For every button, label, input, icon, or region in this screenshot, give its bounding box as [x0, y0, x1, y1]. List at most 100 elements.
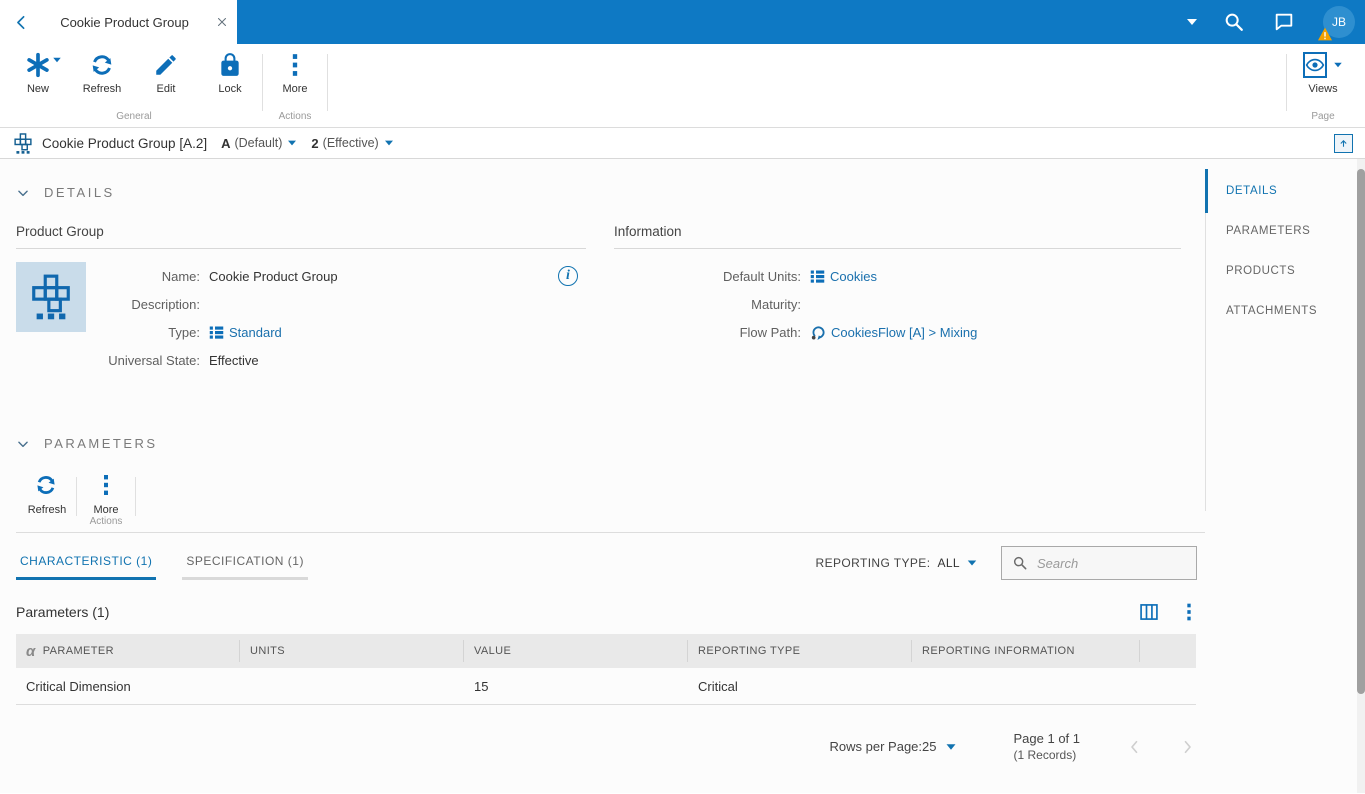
- refresh-icon: [89, 52, 115, 78]
- revision-number[interactable]: 2: [311, 136, 318, 151]
- parameters-table: α PARAMETER UNITS VALUE REPORTING TYPE RE…: [16, 634, 1196, 705]
- column-header-reporting-type[interactable]: REPORTING TYPE: [688, 640, 912, 662]
- chevron-down-icon[interactable]: [1187, 19, 1197, 25]
- version-dropdown-icon[interactable]: [288, 140, 297, 146]
- group-label-general: General: [116, 111, 152, 122]
- views-button-label: Views: [1308, 83, 1338, 95]
- field-label: Maturity:: [751, 296, 801, 312]
- revision-dropdown-icon[interactable]: [384, 140, 393, 146]
- vertical-scrollbar[interactable]: [1357, 159, 1365, 793]
- ribbon-toolbar: New Refresh Edit Lock General More Actio…: [0, 44, 1365, 128]
- rows-per-page-dropdown[interactable]: Rows per Page: 25: [830, 739, 956, 754]
- lock-button[interactable]: Lock: [198, 52, 262, 111]
- ribbon-group-general: New Refresh Edit Lock General: [6, 44, 262, 127]
- tab-cookie-product-group[interactable]: Cookie Product Group: [42, 0, 237, 44]
- chevron-left-icon[interactable]: [1126, 738, 1144, 756]
- tab-strip: Cookie Product Group: [0, 0, 237, 44]
- records-label: (1 Records): [1013, 748, 1077, 762]
- asterisk-new-icon: [25, 52, 61, 78]
- product-group-icon: [14, 133, 32, 154]
- product-group-tile-icon: [16, 262, 86, 332]
- cell-parameter-link[interactable]: Critical Dimension: [16, 679, 240, 694]
- sidenav-item-attachments[interactable]: ATTACHMENTS: [1206, 291, 1357, 331]
- toolbar-separator: [135, 477, 136, 516]
- more-dots-icon: [93, 473, 119, 499]
- field-label: Description:: [131, 296, 200, 312]
- field-label: Default Units:: [722, 268, 801, 284]
- revision-state: (Effective): [322, 136, 379, 150]
- refresh-button[interactable]: Refresh: [70, 52, 134, 111]
- list-icon: [209, 325, 224, 340]
- field-value-name: Cookie Product Group: [209, 268, 338, 284]
- back-button[interactable]: [0, 0, 42, 44]
- refresh-button-label: Refresh: [82, 83, 122, 95]
- sidenav-item-details[interactable]: DETAILS: [1205, 169, 1357, 213]
- top-bar-right: JB: [237, 0, 1365, 44]
- column-header-reporting-information[interactable]: REPORTING INFORMATION: [912, 640, 1140, 662]
- search-box: [1001, 546, 1197, 580]
- parameters-section-header[interactable]: PARAMETERS: [16, 436, 1205, 451]
- new-button-label: New: [26, 83, 49, 95]
- reporting-type-dropdown[interactable]: REPORTING TYPE: ALL: [816, 556, 977, 570]
- refresh-icon: [34, 473, 60, 499]
- chevron-right-icon[interactable]: [1178, 738, 1196, 756]
- search-icon: [1012, 555, 1028, 571]
- pencil-edit-icon: [153, 52, 179, 78]
- parameters-tabs-row: CHARACTERISTIC (1) SPECIFICATION (1) REP…: [16, 546, 1205, 580]
- parameters-toolbar: Refresh More Actions: [16, 467, 1205, 533]
- sidenav-item-parameters[interactable]: PARAMETERS: [1206, 211, 1357, 251]
- views-button[interactable]: Views: [1287, 52, 1359, 111]
- column-header-parameter[interactable]: α PARAMETER: [16, 640, 240, 662]
- eye-views-icon: [1303, 52, 1343, 78]
- field-label: Flow Path:: [739, 324, 801, 340]
- columns-icon[interactable]: [1139, 602, 1159, 622]
- new-button[interactable]: New: [6, 52, 70, 111]
- box-arrow-up-icon[interactable]: [1334, 133, 1353, 153]
- version-letter[interactable]: A: [221, 136, 230, 151]
- details-section-header[interactable]: DETAILS: [16, 185, 1205, 200]
- more-button[interactable]: More: [263, 52, 327, 111]
- list-icon: [810, 269, 825, 284]
- column-header-actions: [1140, 640, 1196, 662]
- default-units-link[interactable]: Cookies: [801, 269, 877, 284]
- chevron-down-icon: [16, 186, 30, 200]
- sidenav-item-products[interactable]: PRODUCTS: [1206, 251, 1357, 291]
- tab-characteristic[interactable]: CHARACTERISTIC (1): [16, 547, 157, 580]
- close-icon[interactable]: [207, 15, 237, 29]
- tab-specification[interactable]: SPECIFICATION (1): [182, 547, 308, 580]
- type-link[interactable]: Standard: [200, 325, 282, 340]
- column-header-units[interactable]: UNITS: [240, 640, 464, 662]
- chevron-down-icon[interactable]: [1334, 62, 1342, 68]
- chevron-down-icon: [946, 743, 955, 750]
- search-input[interactable]: [1037, 555, 1177, 571]
- column-header-value[interactable]: VALUE: [464, 640, 688, 662]
- more-button-label: More: [93, 504, 119, 516]
- parameters-refresh-button[interactable]: Refresh: [18, 473, 76, 516]
- page-info: Page 1 of 1 (1 Records): [1014, 731, 1081, 762]
- app-window: Cookie Product Group JB New Refresh Edit…: [0, 0, 1365, 794]
- table-row[interactable]: Critical Dimension 15 Critical: [16, 668, 1196, 705]
- lock-icon: [217, 52, 243, 78]
- section-nav: DETAILS PARAMETERS PRODUCTS ATTACHMENTS: [1205, 169, 1357, 511]
- comment-icon[interactable]: [1273, 11, 1295, 33]
- edit-button[interactable]: Edit: [134, 52, 198, 111]
- more-dots-icon[interactable]: [1185, 602, 1193, 622]
- page-label: Page 1 of 1: [1013, 731, 1081, 746]
- details-panels: Product Group Name: Cookie Product Group…: [16, 224, 1205, 374]
- info-icon[interactable]: i: [558, 266, 578, 286]
- product-group-panel: Product Group Name: Cookie Product Group…: [16, 224, 586, 374]
- avatar[interactable]: JB: [1323, 6, 1355, 38]
- information-panel: Information Default Units: Cookies Matur…: [614, 224, 1181, 374]
- rows-per-page-value: 25: [922, 739, 937, 754]
- more-dots-icon: [282, 52, 308, 78]
- scrollbar-thumb[interactable]: [1357, 169, 1365, 694]
- search-icon[interactable]: [1223, 11, 1245, 33]
- reporting-type-value: ALL: [937, 556, 960, 570]
- parameters-more-button[interactable]: More: [77, 473, 135, 516]
- flow-path-link[interactable]: CookiesFlow [A] > Mixing: [801, 324, 977, 341]
- chevron-down-icon[interactable]: [53, 57, 61, 63]
- information-panel-title: Information: [614, 224, 1181, 249]
- product-group-panel-title: Product Group: [16, 224, 586, 249]
- field-row-name: Name: Cookie Product Group: [86, 262, 586, 290]
- cell-value: 15: [474, 678, 489, 694]
